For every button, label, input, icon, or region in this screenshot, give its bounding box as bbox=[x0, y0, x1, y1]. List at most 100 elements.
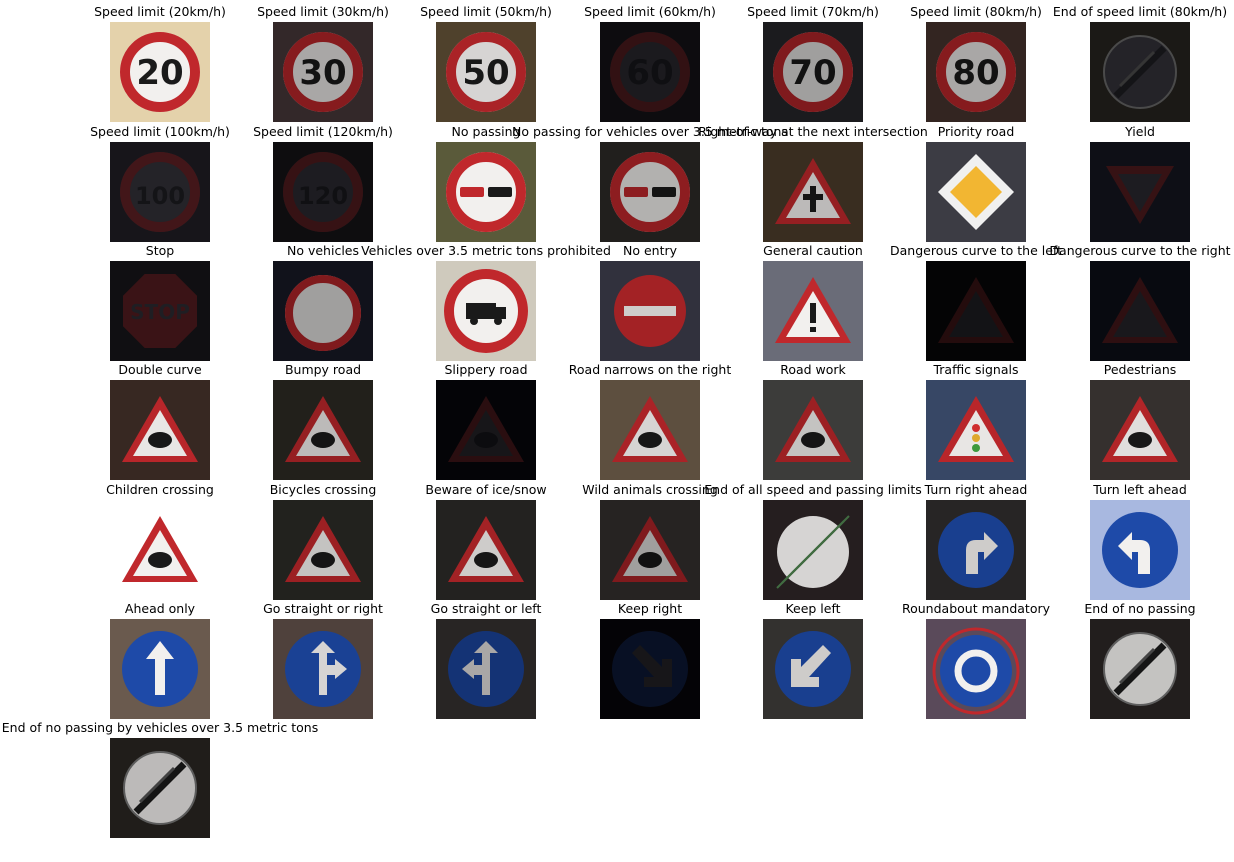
sign-panel: No passing bbox=[436, 125, 536, 242]
panel-title: Ahead only bbox=[124, 601, 196, 616]
sign-panel: Keep right bbox=[600, 602, 700, 719]
panel-title: Wild animals crossing bbox=[582, 482, 718, 497]
sign-panel: Speed limit (70km/h) 70 bbox=[747, 5, 879, 122]
panel-title: Road narrows on the right bbox=[568, 362, 732, 377]
sign-image bbox=[110, 380, 210, 480]
sign-image bbox=[110, 619, 210, 719]
panel-title: Double curve bbox=[118, 362, 202, 377]
panel-title: Dangerous curve to the right bbox=[1049, 243, 1231, 258]
sign-panel: Roundabout mandatory bbox=[902, 602, 1050, 719]
panel-title: Right-of-way at the next intersection bbox=[698, 124, 928, 139]
sign-panel: Dangerous curve to the left bbox=[890, 244, 1062, 361]
panel-title: Speed limit (70km/h) bbox=[747, 4, 879, 19]
sign-image bbox=[600, 500, 700, 600]
sign-image bbox=[273, 380, 373, 480]
sign-panel: General caution bbox=[763, 244, 863, 361]
sign-panel: Speed limit (60km/h) 60 bbox=[584, 5, 716, 122]
panel-title: End of no passing by vehicles over 3.5 m… bbox=[1, 720, 319, 735]
sign-panel: Turn left ahead bbox=[1090, 483, 1190, 600]
sign-panel: End of speed limit (80km/h) bbox=[1053, 5, 1227, 122]
panel-title: Turn left ahead bbox=[1093, 482, 1187, 497]
sign-panel: Beware of ice/snow bbox=[425, 483, 547, 600]
panel-title: Speed limit (80km/h) bbox=[910, 4, 1042, 19]
sign-graphic bbox=[444, 269, 528, 353]
sign-image bbox=[436, 500, 536, 600]
sign-panel: Go straight or right bbox=[263, 602, 383, 719]
sign-image bbox=[436, 380, 536, 480]
sign-image bbox=[273, 619, 373, 719]
sign-panel: Slippery road bbox=[436, 363, 536, 480]
sign-image bbox=[926, 500, 1026, 600]
sign-panel: Vehicles over 3.5 metric tons prohibited bbox=[361, 244, 611, 361]
sign-panel: Road work bbox=[763, 363, 863, 480]
panel-title: Keep right bbox=[617, 601, 683, 616]
sign-image bbox=[1090, 380, 1190, 480]
sign-panel: No vehicles bbox=[273, 244, 373, 361]
sign-panel: Road narrows on the right bbox=[569, 363, 731, 480]
sign-image: 70 bbox=[763, 22, 863, 122]
sign-panel: End of all speed and passing limits bbox=[704, 483, 922, 600]
panel-title: General caution bbox=[763, 243, 863, 258]
panel-title: Slippery road bbox=[444, 362, 528, 377]
sign-panel: End of no passing by vehicles over 3.5 m… bbox=[2, 721, 318, 838]
panel-title: Stop bbox=[145, 243, 175, 258]
sign-panel: Speed limit (20km/h) 20 bbox=[94, 5, 226, 122]
sign-image: 120 bbox=[273, 142, 373, 242]
sign-image bbox=[600, 261, 700, 361]
sign-panel: Speed limit (100km/h) 100 bbox=[90, 125, 230, 242]
sign-panel: Wild animals crossing bbox=[582, 483, 718, 600]
panel-title: Go straight or left bbox=[430, 601, 542, 616]
sign-panel: Bicycles crossing bbox=[270, 483, 376, 600]
sign-image bbox=[763, 500, 863, 600]
sign-panel: Ahead only bbox=[110, 602, 210, 719]
sign-image bbox=[926, 619, 1026, 719]
sign-image bbox=[763, 380, 863, 480]
panel-title: Dangerous curve to the left bbox=[889, 243, 1063, 258]
panel-title: Roundabout mandatory bbox=[901, 601, 1051, 616]
sign-panel: Pedestrians bbox=[1090, 363, 1190, 480]
sign-panel: Right-of-way at the next intersection bbox=[698, 125, 928, 242]
sign-image bbox=[1090, 261, 1190, 361]
sign-panel: Double curve bbox=[110, 363, 210, 480]
panel-title: Vehicles over 3.5 metric tons prohibited bbox=[361, 243, 611, 258]
panel-title: No passing bbox=[451, 124, 521, 139]
panel-title: Keep left bbox=[785, 601, 841, 616]
sign-panel: Turn right ahead bbox=[925, 483, 1027, 600]
panel-title: Go straight or right bbox=[263, 601, 383, 616]
sign-graphic bbox=[446, 152, 526, 232]
sign-panel: Traffic signals bbox=[926, 363, 1026, 480]
sign-image bbox=[273, 261, 373, 361]
sign-image bbox=[600, 380, 700, 480]
sign-image bbox=[436, 142, 536, 242]
sign-image bbox=[926, 380, 1026, 480]
sign-image bbox=[763, 619, 863, 719]
sign-image bbox=[600, 142, 700, 242]
panel-title: No vehicles bbox=[286, 243, 360, 258]
panel-title: End of no passing bbox=[1084, 601, 1196, 616]
sign-panel: End of no passing bbox=[1084, 602, 1196, 719]
sign-panel: Children crossing bbox=[106, 483, 214, 600]
sign-image bbox=[763, 261, 863, 361]
sign-graphic bbox=[932, 627, 1020, 715]
speed-number: 20 bbox=[136, 53, 183, 93]
sign-panel: Speed limit (120km/h) 120 bbox=[253, 125, 393, 242]
sign-image bbox=[1090, 500, 1190, 600]
sign-panel: Go straight or left bbox=[431, 602, 541, 719]
sign-panel: Speed limit (50km/h) 50 bbox=[420, 5, 552, 122]
sign-image bbox=[110, 738, 210, 838]
panel-title: Speed limit (30km/h) bbox=[257, 4, 389, 19]
panel-title: Children crossing bbox=[106, 482, 214, 497]
panel-title: End of all speed and passing limits bbox=[704, 482, 922, 497]
panel-title: Speed limit (60km/h) bbox=[584, 4, 716, 19]
sign-panel: Yield bbox=[1090, 125, 1190, 242]
sign-panel: No entry bbox=[600, 244, 700, 361]
sign-panel: Priority road bbox=[926, 125, 1026, 242]
sign-image: STOP bbox=[110, 261, 210, 361]
sign-image bbox=[926, 261, 1026, 361]
sign-image bbox=[926, 142, 1026, 242]
sign-image: 20 bbox=[110, 22, 210, 122]
sign-image: 60 bbox=[600, 22, 700, 122]
sign-image bbox=[1090, 619, 1190, 719]
sign-panel: No passing for vehicles over 3.5 metric … bbox=[512, 125, 788, 242]
sign-image bbox=[763, 142, 863, 242]
